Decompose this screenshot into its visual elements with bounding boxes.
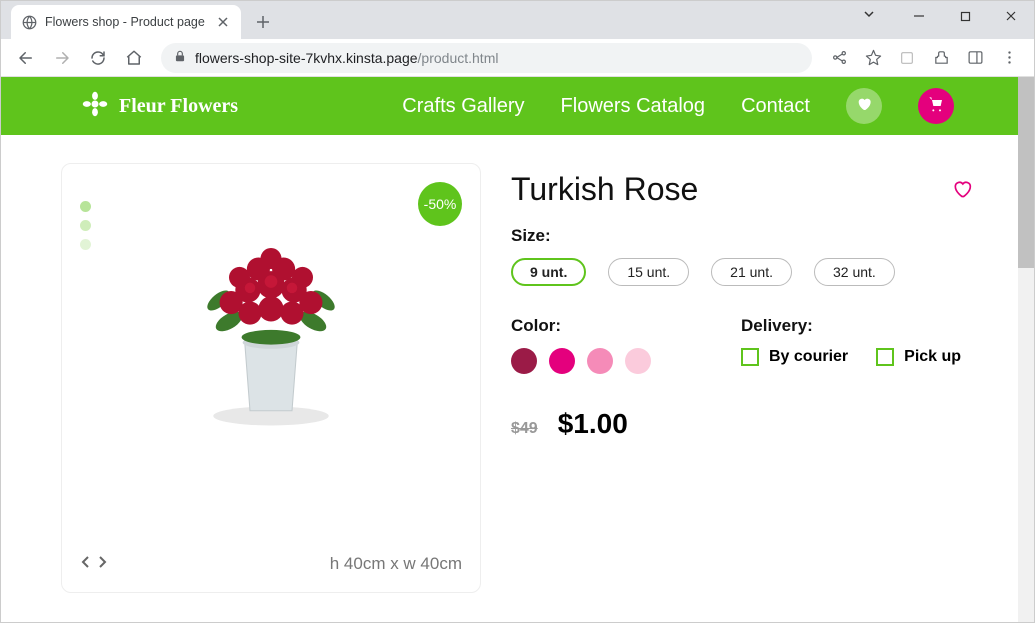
gallery-dot-2[interactable] — [80, 201, 91, 212]
new-tab-button[interactable] — [249, 8, 277, 36]
cart-button[interactable] — [918, 88, 954, 124]
share-icon[interactable] — [824, 43, 854, 73]
gallery-dot-3[interactable] — [80, 220, 91, 231]
product-image — [80, 182, 462, 482]
maximize-button[interactable] — [942, 1, 988, 31]
product-title: Turkish Rose — [511, 171, 698, 208]
delivery-option-courier[interactable]: By courier — [741, 348, 848, 366]
extensions-icon[interactable] — [926, 43, 956, 73]
nav-contact[interactable]: Contact — [741, 95, 810, 118]
lock-icon — [173, 49, 187, 66]
heart-icon — [856, 96, 872, 117]
size-label: Size: — [511, 226, 974, 246]
product-details: Turkish Rose Size: 9 unt. 15 unt. 21 unt… — [511, 163, 974, 593]
page-viewport: Fleur Flowers Crafts Gallery Flowers Cat… — [1, 77, 1034, 622]
home-button[interactable] — [119, 43, 149, 73]
globe-icon — [21, 14, 37, 30]
price-row: $49 $1.00 — [511, 408, 974, 440]
tab-title: Flowers shop - Product page — [45, 15, 205, 29]
browser-tab[interactable]: Flowers shop - Product page — [11, 5, 241, 39]
size-option-9[interactable]: 9 unt. — [511, 258, 586, 286]
checkbox-icon — [741, 348, 759, 366]
site-header: Fleur Flowers Crafts Gallery Flowers Cat… — [1, 77, 1034, 135]
delivery-courier-label: By courier — [769, 348, 848, 366]
nav-crafts[interactable]: Crafts Gallery — [402, 95, 524, 118]
product-content: -50% — [1, 135, 1034, 621]
color-swatch-3[interactable] — [587, 348, 613, 374]
color-swatch-1[interactable] — [511, 348, 537, 374]
main-nav: Crafts Gallery Flowers Catalog Contact — [402, 88, 954, 124]
extension-icon-1[interactable] — [892, 43, 922, 73]
delivery-label: Delivery: — [741, 316, 961, 336]
size-option-21[interactable]: 21 unt. — [711, 258, 792, 286]
delivery-pickup-label: Pick up — [904, 348, 961, 366]
gallery-arrows — [80, 555, 108, 574]
add-to-favorites-button[interactable] — [952, 179, 974, 201]
product-gallery: -50% — [61, 163, 481, 593]
size-option-15[interactable]: 15 unt. — [608, 258, 689, 286]
gallery-next-icon[interactable] — [96, 555, 108, 574]
gallery-prev-icon[interactable] — [80, 555, 92, 574]
color-swatch-2[interactable] — [549, 348, 575, 374]
chevron-down-icon[interactable] — [862, 7, 876, 26]
old-price: $49 — [511, 420, 538, 438]
reload-button[interactable] — [83, 43, 113, 73]
favorites-button[interactable] — [846, 88, 882, 124]
current-price: $1.00 — [558, 408, 628, 440]
tab-strip: Flowers shop - Product page — [1, 1, 1034, 39]
delivery-options: By courier Pick up — [741, 348, 961, 366]
browser-toolbar: flowers-shop-site-7kvhx.kinsta.page/prod… — [1, 39, 1034, 77]
gallery-dot-4[interactable] — [80, 239, 91, 250]
brand-name: Fleur Flowers — [119, 95, 238, 118]
back-button[interactable] — [11, 43, 41, 73]
color-label: Color: — [511, 316, 651, 336]
gallery-indicator-dots — [80, 182, 91, 250]
close-window-button[interactable] — [988, 1, 1034, 31]
side-panel-icon[interactable] — [960, 43, 990, 73]
cart-icon — [928, 96, 944, 117]
url-text: flowers-shop-site-7kvhx.kinsta.page/prod… — [195, 50, 498, 66]
site-logo[interactable]: Fleur Flowers — [81, 90, 238, 123]
color-swatch-4[interactable] — [625, 348, 651, 374]
delivery-option-pickup[interactable]: Pick up — [876, 348, 961, 366]
flower-logo-icon — [81, 90, 109, 123]
minimize-button[interactable] — [896, 1, 942, 31]
color-swatches — [511, 348, 651, 374]
checkbox-icon — [876, 348, 894, 366]
bookmark-icon[interactable] — [858, 43, 888, 73]
menu-icon[interactable] — [994, 43, 1024, 73]
size-option-32[interactable]: 32 unt. — [814, 258, 895, 286]
vertical-scrollbar[interactable] — [1018, 77, 1034, 622]
gallery-dot-1[interactable] — [80, 182, 91, 193]
window-controls — [896, 1, 1034, 31]
discount-badge: -50% — [418, 182, 462, 226]
address-bar[interactable]: flowers-shop-site-7kvhx.kinsta.page/prod… — [161, 43, 812, 73]
product-dimensions: h 40cm x w 40cm — [330, 554, 462, 574]
browser-window: Flowers shop - Product page flowers-shop… — [0, 0, 1035, 623]
size-options: 9 unt. 15 unt. 21 unt. 32 unt. — [511, 258, 974, 286]
nav-catalog[interactable]: Flowers Catalog — [561, 95, 706, 118]
forward-button[interactable] — [47, 43, 77, 73]
close-icon[interactable] — [215, 14, 231, 30]
